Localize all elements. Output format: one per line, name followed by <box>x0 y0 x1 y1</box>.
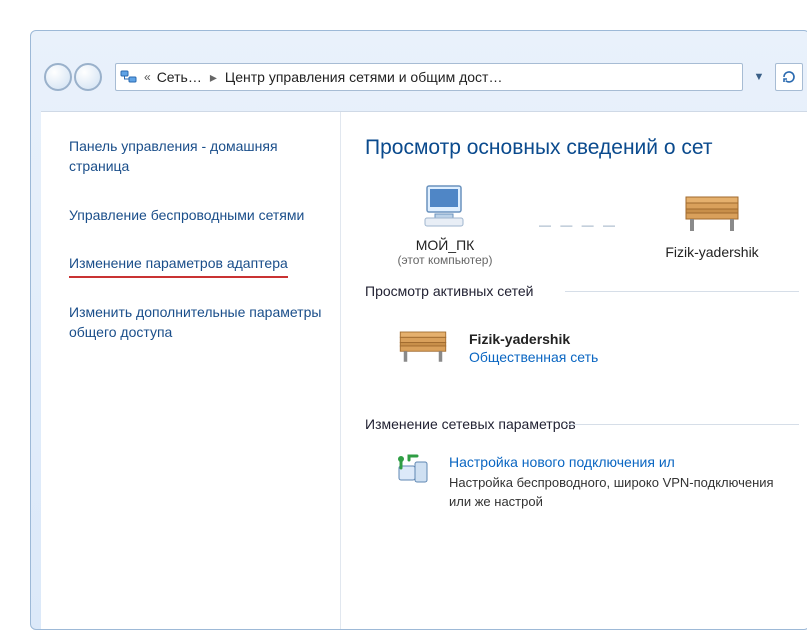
refresh-icon <box>781 69 797 85</box>
nav-back-forward[interactable] <box>37 62 109 92</box>
map-computer-name: МОЙ_ПК <box>365 237 525 253</box>
content-area: Панель управления - домашняя страница Уп… <box>41 111 807 629</box>
map-node-network: Fizik-yadershik <box>632 189 792 260</box>
address-bar: « Сеть… ▸ Центр управления сетями и общи… <box>31 61 807 93</box>
main-panel: Просмотр основных сведений о сет МОЙ_ПК … <box>341 112 807 629</box>
change-settings-label: Изменение сетевых параметров <box>365 416 799 432</box>
network-icon <box>120 68 138 86</box>
network-map: МОЙ_ПК (этот компьютер) — — — — <box>365 182 799 267</box>
sidebar-item-wireless[interactable]: Управление беспроводными сетями <box>69 205 322 225</box>
sidebar: Панель управления - домашняя страница Уп… <box>41 112 341 629</box>
bench-icon <box>395 325 451 370</box>
titlebar-spacer <box>31 31 807 61</box>
window-frame: « Сеть… ▸ Центр управления сетями и общи… <box>30 30 807 630</box>
sidebar-item-home[interactable]: Панель управления - домашняя страница <box>69 136 322 177</box>
map-network-name: Fizik-yadershik <box>632 244 792 260</box>
refresh-button[interactable] <box>775 63 803 91</box>
sidebar-item-adapter-settings[interactable]: Изменение параметров адаптера <box>69 253 288 278</box>
setup-new-connection-desc: Настройка беспроводного, широко VPN-подк… <box>449 474 799 512</box>
map-node-computer: МОЙ_ПК (этот компьютер) <box>365 182 525 267</box>
active-network-name: Fizik-yadershik <box>469 331 598 347</box>
breadcrumb-overflow-icon[interactable]: « <box>142 70 153 84</box>
computer-icon <box>417 182 473 233</box>
breadcrumb-dropdown-icon[interactable]: ▼ <box>749 71 769 83</box>
setup-new-connection-link[interactable]: Настройка нового подключения ил <box>449 454 799 470</box>
map-computer-sub: (этот компьютер) <box>365 253 525 267</box>
breadcrumb[interactable]: « Сеть… ▸ Центр управления сетями и общи… <box>115 63 743 91</box>
breadcrumb-separator-icon: ▸ <box>206 69 221 86</box>
bench-icon <box>680 189 744 240</box>
breadcrumb-current[interactable]: Центр управления сетями и общим дост… <box>225 69 503 85</box>
back-button[interactable] <box>44 63 72 91</box>
active-network-type-link[interactable]: Общественная сеть <box>469 349 598 365</box>
active-network-item: Fizik-yadershik Общественная сеть <box>365 309 799 376</box>
breadcrumb-root[interactable]: Сеть… <box>157 69 202 85</box>
setup-new-connection-item[interactable]: Настройка нового подключения ил Настройк… <box>365 442 799 512</box>
page-title: Просмотр основных сведений о сет <box>365 136 799 160</box>
forward-button[interactable] <box>74 63 102 91</box>
new-connection-icon <box>395 454 433 491</box>
map-connector-icon: — — — — <box>539 218 618 232</box>
active-networks-label: Просмотр активных сетей <box>365 283 799 299</box>
sidebar-item-sharing-settings[interactable]: Изменить дополнительные параметры общего… <box>69 302 322 343</box>
